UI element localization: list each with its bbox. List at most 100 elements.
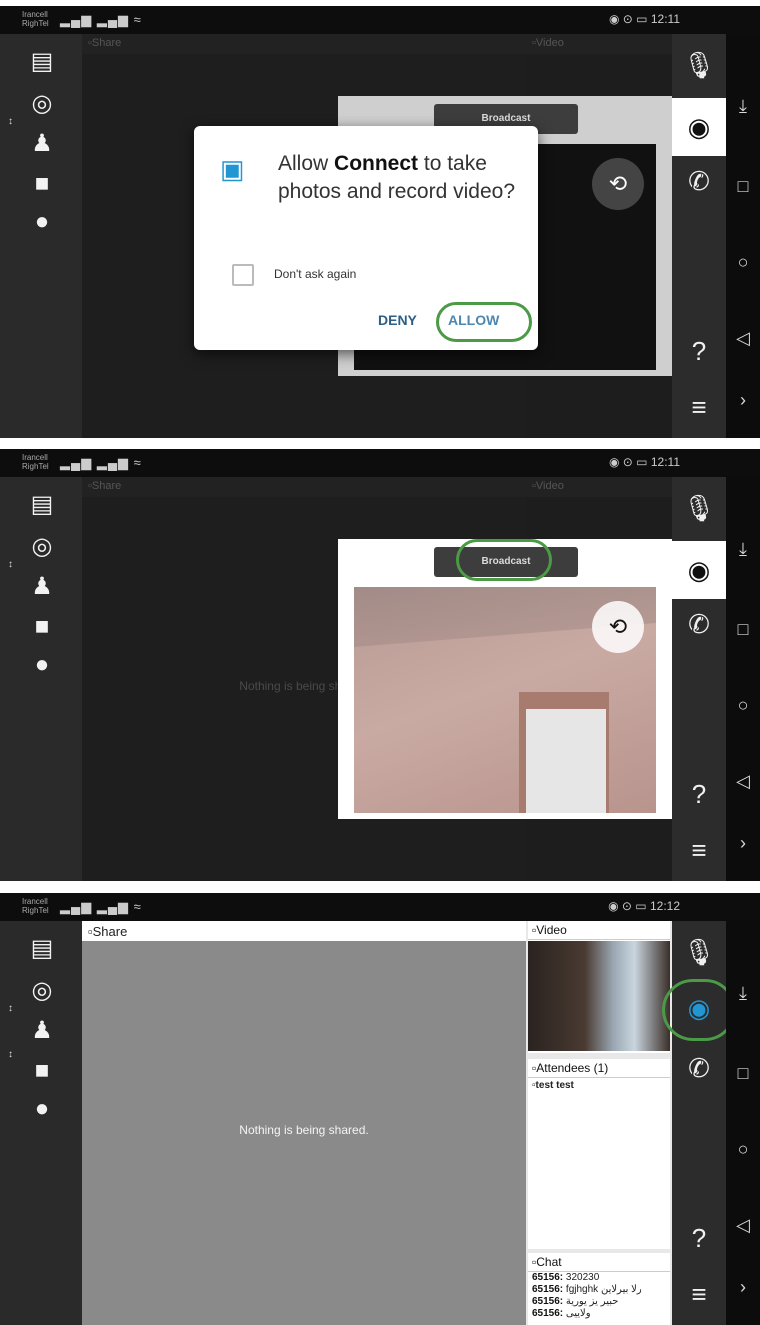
deny-button[interactable]: DENY	[378, 312, 417, 328]
chevron-right-icon[interactable]: ›	[732, 833, 754, 854]
microphone-icon[interactable]: 🎙	[682, 48, 716, 82]
chat-line: 65156: fgjhghk رلا بیرلاین	[532, 1284, 642, 1295]
menu-icon[interactable]: ≡	[682, 1277, 716, 1311]
microphone-icon[interactable]: 🎙	[682, 491, 716, 525]
chevron-right-icon[interactable]: ›	[732, 390, 754, 411]
menu-icon[interactable]: ≡	[682, 833, 716, 867]
android-nav: ⤓ □ ○ ◁ ›	[726, 921, 760, 1325]
webcam-icon[interactable]: ◉	[672, 541, 726, 599]
circle-icon[interactable]: ○	[732, 1139, 754, 1160]
circle-icon[interactable]: ○	[732, 252, 754, 273]
panel-permission: Irancell RighTel ▂▄▆ ▂▄▆ ≈ ◉ ⊙ ▭ 12:11 ▤…	[0, 6, 760, 438]
dont-ask-checkbox[interactable]	[232, 264, 254, 286]
share-title: ▫Share	[82, 477, 526, 497]
clock: ◉ ⊙ ▭ 12:11	[609, 455, 680, 469]
chat-line: 65156: ولاییی	[532, 1308, 591, 1319]
target-icon[interactable]: ◎	[26, 533, 58, 561]
panel-preview: Irancell RighTel ▂▄▆ ▂▄▆ ≈ ◉ ⊙ ▭ 12:11 ▤…	[0, 449, 760, 881]
square-icon[interactable]: □	[732, 1063, 754, 1084]
user-icon[interactable]: ♟	[26, 1017, 58, 1045]
clock: ◉ ⊙ ▭ 12:11	[609, 12, 680, 26]
back-icon[interactable]: ◁	[732, 771, 754, 792]
phone-icon[interactable]: ✆	[682, 164, 716, 198]
share-title: ▫Share	[82, 34, 526, 54]
chat-line: 65156: 320230	[532, 1272, 600, 1283]
back-icon[interactable]: ◁	[732, 1215, 754, 1236]
android-nav: ⤓ □ ○ ◁ ›	[726, 34, 760, 438]
highlight-ring	[436, 302, 532, 342]
circle-icon[interactable]: ○	[732, 695, 754, 716]
time: 12:11	[650, 455, 680, 469]
tool-strip: 🎙 ◉ ✆ ? ≡	[662, 921, 736, 1325]
user-icon[interactable]: ♟	[26, 573, 58, 601]
phone-icon[interactable]: ✆	[682, 607, 716, 641]
camera-preview: ⟲	[354, 587, 656, 813]
chat-bubble-icon[interactable]: ●	[26, 208, 58, 236]
dropdown-icon[interactable]: ⤓	[732, 539, 754, 560]
menu-icon[interactable]: ≡	[682, 390, 716, 424]
user-icon[interactable]: ♟	[26, 130, 58, 158]
back-icon[interactable]: ◁	[732, 328, 754, 349]
highlight-ring	[456, 539, 552, 581]
video-title: ▫Video	[526, 34, 672, 54]
tool-strip: 🎙 ◉ ✆ ? ≡	[672, 34, 726, 438]
camera-icon[interactable]: ■	[26, 1057, 58, 1085]
camera-icon[interactable]: ■	[26, 170, 58, 198]
attendees-title: ▫Attendees (1)	[528, 1059, 670, 1078]
chat-section: ▫Chat 65156: 320230 65156: fgjhghk رلا ب…	[528, 1253, 670, 1325]
square-icon[interactable]: □	[732, 619, 754, 640]
dont-ask-label: Don't ask again	[274, 267, 357, 281]
status-bar: Irancell RighTel ▂▄▆ ▂▄▆ ≈ ◉ ⊙ ▭ 12:11	[0, 6, 760, 34]
status-bar: Irancell RighTel ▂▄▆ ▂▄▆ ≈ ◉ ⊙ ▭ 12:11	[0, 449, 760, 477]
carrier-label: Irancell RighTel	[22, 453, 49, 471]
panel-broadcasting: Irancell RighTel ▂▄▆ ▂▄▆ ≈ ◉ ⊙ ▭ 12:12 ▤…	[0, 893, 760, 1325]
layout-icon[interactable]: ▤	[26, 935, 58, 963]
left-sidebar: ▤ ◎ ↕ ♟ ■ ●	[0, 34, 82, 438]
target-icon[interactable]: ◎	[26, 977, 58, 1005]
switch-camera-icon[interactable]: ⟲	[592, 601, 644, 653]
dropdown-icon[interactable]: ⤓	[732, 96, 754, 117]
phone-icon[interactable]: ✆	[682, 1051, 716, 1085]
time: 12:11	[650, 12, 680, 26]
chat-bubble-icon[interactable]: ●	[26, 651, 58, 679]
share-panel: ▫Share Nothing is being shared.	[82, 921, 526, 1325]
attendee-item[interactable]: ▫test test	[528, 1078, 670, 1092]
whiteboard	[526, 709, 606, 813]
video-thumbnail	[528, 941, 670, 1051]
right-column: ▫Video ▫Attendees (1) ▫test test ▫Chat 6…	[526, 921, 672, 1325]
microphone-icon[interactable]: 🎙	[682, 935, 716, 969]
carrier-label: Irancell RighTel	[22, 897, 49, 915]
chat-bubble-icon[interactable]: ●	[26, 1095, 58, 1123]
attendees-section: ▫Attendees (1) ▫test test	[528, 1059, 670, 1249]
help-button[interactable]: ?	[682, 777, 716, 811]
layout-icon[interactable]: ▤	[26, 48, 58, 76]
switch-camera-icon[interactable]: ⟲	[592, 158, 644, 210]
signal-icon: ▂▄▆ ▂▄▆ ≈	[60, 455, 142, 470]
left-sidebar: ▤ ◎ ↕ ♟ ■ ●	[0, 477, 82, 881]
square-icon[interactable]: □	[732, 176, 754, 197]
nothing-shared-text: Nothing is being shared.	[239, 1123, 369, 1137]
help-button[interactable]: ?	[682, 334, 716, 368]
camera-icon[interactable]: ■	[26, 613, 58, 641]
broadcast-popup: Broadcast ⟲	[338, 539, 672, 819]
status-icons: ◉ ⊙ ▭	[608, 899, 647, 913]
status-icons: ◉ ⊙ ▭	[608, 455, 648, 469]
signal-icon: ▂▄▆ ▂▄▆ ≈	[60, 12, 142, 27]
android-nav: ⤓ □ ○ ◁ ›	[726, 477, 760, 881]
status-icons: ◉ ⊙ ▭	[608, 12, 648, 26]
chevron-right-icon[interactable]: ›	[732, 1277, 754, 1298]
signal-icon: ▂▄▆ ▂▄▆ ≈	[60, 899, 142, 914]
help-button[interactable]: ?	[682, 1221, 716, 1255]
video-title: ▫Video	[526, 477, 672, 497]
status-bar: Irancell RighTel ▂▄▆ ▂▄▆ ≈ ◉ ⊙ ▭ 12:12	[0, 893, 760, 921]
highlight-ring	[662, 979, 736, 1041]
chat-line: 65156: حبیر یز یوریة	[532, 1296, 619, 1307]
layout-icon[interactable]: ▤	[26, 491, 58, 519]
permission-dialog: ▣ Allow Connect to take photos and recor…	[194, 126, 538, 350]
dropdown-icon[interactable]: ⤓	[732, 983, 754, 1004]
tool-strip: 🎙 ◉ ✆ ? ≡	[672, 477, 726, 881]
time: 12:12	[649, 899, 680, 913]
webcam-icon[interactable]: ◉	[672, 98, 726, 156]
video-section: ▫Video	[528, 921, 670, 1053]
target-icon[interactable]: ◎	[26, 90, 58, 118]
